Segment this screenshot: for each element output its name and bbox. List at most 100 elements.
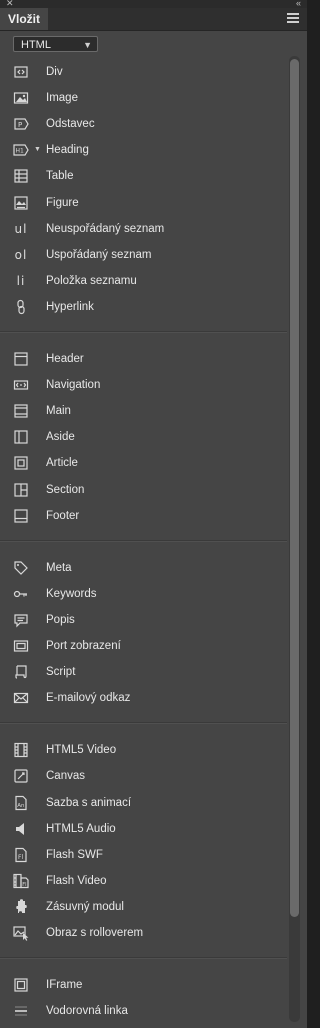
insert-item-label: Flash SWF	[46, 848, 103, 861]
rollover-image-icon	[13, 925, 29, 941]
horizontal-rule-icon	[13, 1003, 29, 1019]
insert-item-label: Vodorovná linka	[46, 1005, 128, 1018]
insert-item-label: Table	[46, 170, 74, 183]
insert-item-footer[interactable]: Footer	[0, 503, 287, 529]
insert-item-label: Aside	[46, 431, 75, 444]
puzzle-icon	[13, 899, 29, 915]
div-icon	[13, 64, 29, 80]
insert-item-odstavec[interactable]: P Odstavec	[0, 111, 287, 137]
paragraph-icon: P	[13, 116, 29, 132]
insert-item-label: Navigation	[46, 379, 101, 392]
flash-icon: Fl	[13, 847, 29, 863]
insert-item-header[interactable]: Header	[0, 346, 287, 372]
insert-item-div[interactable]: Div	[0, 59, 287, 85]
insert-item-table[interactable]: Table	[0, 163, 287, 189]
insert-item-heading[interactable]: H1 ▼ Heading	[0, 137, 287, 163]
animate-icon: An	[13, 795, 29, 811]
ordered-list-icon: ol	[14, 247, 28, 262]
insert-item-flash-swf[interactable]: Fl Flash SWF	[0, 842, 287, 868]
group-separator	[0, 539, 287, 542]
svg-text:Fl: Fl	[18, 854, 23, 861]
insert-item-label: Header	[46, 353, 84, 365]
insert-items-list: Div Image P Odstavec H1 ▼ Heading Table Figure ul…	[0, 0, 287, 1028]
insert-item-label: E-mailový odkaz	[46, 692, 131, 705]
insert-item-meta[interactable]: Meta	[0, 555, 287, 581]
list-item-icon: li	[16, 273, 26, 288]
svg-text:H1: H1	[16, 148, 25, 155]
key-icon	[13, 586, 29, 602]
insert-item-script[interactable]: Script	[0, 659, 287, 685]
figure-icon	[13, 195, 29, 211]
insert-item-iframe[interactable]: IFrame	[0, 972, 287, 998]
svg-text:Fl: Fl	[22, 882, 26, 888]
insert-item-label: Main	[46, 405, 71, 418]
insert-item-navigation[interactable]: Navigation	[0, 372, 287, 398]
insert-item-label: Meta	[46, 561, 72, 574]
insert-item-main[interactable]: Main	[0, 398, 287, 424]
speech-bubble-icon	[13, 612, 29, 628]
insert-item-html5-audio[interactable]: HTML5 Audio	[0, 816, 287, 842]
insert-item-image[interactable]: Image	[0, 85, 287, 111]
insert-item-label: Script	[46, 666, 76, 679]
insert-item-label: IFrame	[46, 979, 83, 992]
insert-item-label: Flash Video	[46, 874, 107, 887]
insert-item-label: HTML5 Video	[46, 744, 117, 757]
viewport-icon	[13, 638, 29, 654]
aside-icon	[13, 429, 29, 445]
insert-item-label: Article	[46, 457, 78, 470]
insert-item-vodorovna-linka[interactable]: Vodorovná linka	[0, 998, 287, 1024]
heading-icon: H1	[13, 142, 29, 158]
svg-text:An: An	[17, 803, 25, 809]
insert-item-aside[interactable]: Aside	[0, 424, 287, 450]
panel-menu-icon[interactable]	[287, 13, 299, 23]
insert-item-label: Figure	[46, 196, 79, 209]
insert-item-keywords[interactable]: Keywords	[0, 581, 287, 607]
insert-item-flash-video[interactable]: Fl Flash Video	[0, 868, 287, 894]
insert-item-label: Neuspořádaný seznam	[46, 222, 165, 235]
svg-text:P: P	[18, 121, 22, 129]
canvas-icon	[13, 768, 29, 784]
scrollbar-thumb[interactable]	[290, 59, 299, 917]
flash-video-icon: Fl	[13, 873, 29, 889]
insert-item-label: Div	[46, 66, 63, 78]
insert-item-article[interactable]: Article	[0, 450, 287, 476]
insert-item-obraz-s-rolloverem[interactable]: Obraz s rolloverem	[0, 920, 287, 946]
insert-item-label: Zásuvný modul	[46, 900, 124, 913]
group-separator	[0, 722, 287, 725]
header-icon	[13, 351, 29, 367]
insert-item-label: Keywords	[46, 587, 97, 600]
insert-item-label: Image	[46, 92, 78, 105]
insert-item-usporadany-seznam[interactable]: ol Uspořádaný seznam	[0, 242, 287, 268]
section-icon	[13, 482, 29, 498]
navigation-icon	[13, 377, 29, 393]
speaker-icon	[13, 821, 29, 837]
insert-item-label: Uspořádaný seznam	[46, 248, 152, 261]
envelope-icon	[13, 690, 29, 706]
insert-item-canvas[interactable]: Canvas	[0, 763, 287, 789]
insert-item-e-mailovy-odkaz[interactable]: E-mailový odkaz	[0, 685, 287, 711]
insert-item-hyperlink[interactable]: Hyperlink	[0, 294, 287, 320]
insert-item-label: Popis	[46, 613, 75, 626]
insert-item-section[interactable]: Section	[0, 477, 287, 503]
insert-item-figure[interactable]: Figure	[0, 190, 287, 216]
insert-item-label: Heading	[46, 144, 89, 157]
insert-item-neusporadany-seznam[interactable]: ul Neuspořádaný seznam	[0, 216, 287, 242]
insert-item-port-zobrazeni[interactable]: Port zobrazení	[0, 633, 287, 659]
insert-item-popis[interactable]: Popis	[0, 607, 287, 633]
main-icon	[13, 403, 29, 419]
insert-item-label: Obraz s rolloverem	[46, 927, 144, 939]
insert-item-sazba-s-animaci[interactable]: An Sazba s animací	[0, 790, 287, 816]
insert-item-html5-video[interactable]: HTML5 Video	[0, 737, 287, 763]
film-icon	[13, 742, 29, 758]
insert-item-label: Canvas	[46, 770, 85, 783]
heading-dropdown-caret-icon[interactable]: ▼	[34, 137, 41, 163]
group-separator	[0, 331, 287, 333]
insert-item-label: Hyperlink	[46, 300, 94, 313]
insert-item-label: Port zobrazení	[46, 640, 121, 652]
insert-item-label: Odstavec	[46, 118, 95, 131]
image-icon	[13, 90, 29, 106]
insert-item-zasuvny-modul[interactable]: Zásuvný modul	[0, 894, 287, 920]
insert-item-polozka-seznamu[interactable]: li Položka seznamu	[0, 268, 287, 294]
hyperlink-icon	[13, 299, 29, 315]
insert-item-label: HTML5 Audio	[46, 822, 116, 835]
